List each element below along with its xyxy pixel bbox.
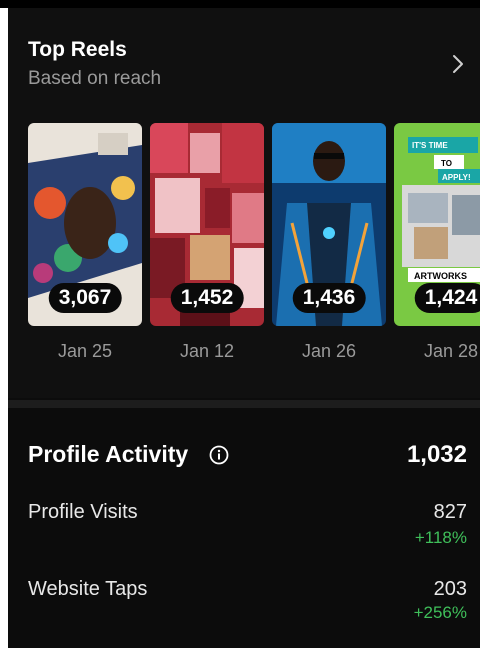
reels-carousel[interactable]: 3,067 Jan 25 1,452 Jan 12 1,436 Jan 26 I… xyxy=(28,123,480,373)
profile-activity-total: 1,032 xyxy=(406,441,467,468)
chevron-right-icon[interactable] xyxy=(448,52,468,76)
top-reels-section: Top Reels Based on reach 3,067 Jan 25 1,… xyxy=(8,8,480,398)
insights-screen: Top Reels Based on reach 3,067 Jan 25 1,… xyxy=(8,8,480,648)
profile-activity-title: Profile Activity xyxy=(28,441,189,467)
website-taps-change: +256% xyxy=(413,603,467,622)
reel-date: Jan 25 xyxy=(57,341,113,361)
reel-reach-count: 1,452 xyxy=(170,283,244,313)
thumb-text: TO xyxy=(441,159,452,168)
profile-visits-label: Profile Visits xyxy=(28,501,138,523)
reel-date: Jan 12 xyxy=(179,341,235,361)
thumb-text: APPLY! xyxy=(442,173,471,182)
info-icon[interactable] xyxy=(209,445,229,465)
website-taps-value: 203 xyxy=(433,578,467,600)
reel-date: Jan 28 xyxy=(423,341,479,361)
reel-reach-count: 1,436 xyxy=(292,283,366,313)
reel-card[interactable]: 1,436 xyxy=(272,123,386,326)
top-border xyxy=(0,0,480,8)
top-reels-subtitle: Based on reach xyxy=(28,68,162,89)
reel-card[interactable]: 1,452 xyxy=(150,123,264,326)
profile-visits-change: +118% xyxy=(414,528,467,547)
reel-reach-count: 1,424 xyxy=(414,283,480,313)
thumb-text: ARTWORKS xyxy=(414,271,467,281)
reel-date: Jan 26 xyxy=(301,341,357,361)
reel-reach-count: 3,067 xyxy=(48,283,122,313)
website-taps-label: Website Taps xyxy=(28,578,148,600)
profile-visits-value: 827 xyxy=(433,501,467,523)
reel-card[interactable]: 3,067 xyxy=(28,123,142,326)
thumb-text: IT'S TIME xyxy=(412,141,448,150)
section-divider xyxy=(8,400,480,408)
reel-card[interactable]: IT'S TIME TO APPLY! ARTWORKS 1,424 xyxy=(394,123,480,326)
top-reels-title: Top Reels xyxy=(28,38,127,61)
